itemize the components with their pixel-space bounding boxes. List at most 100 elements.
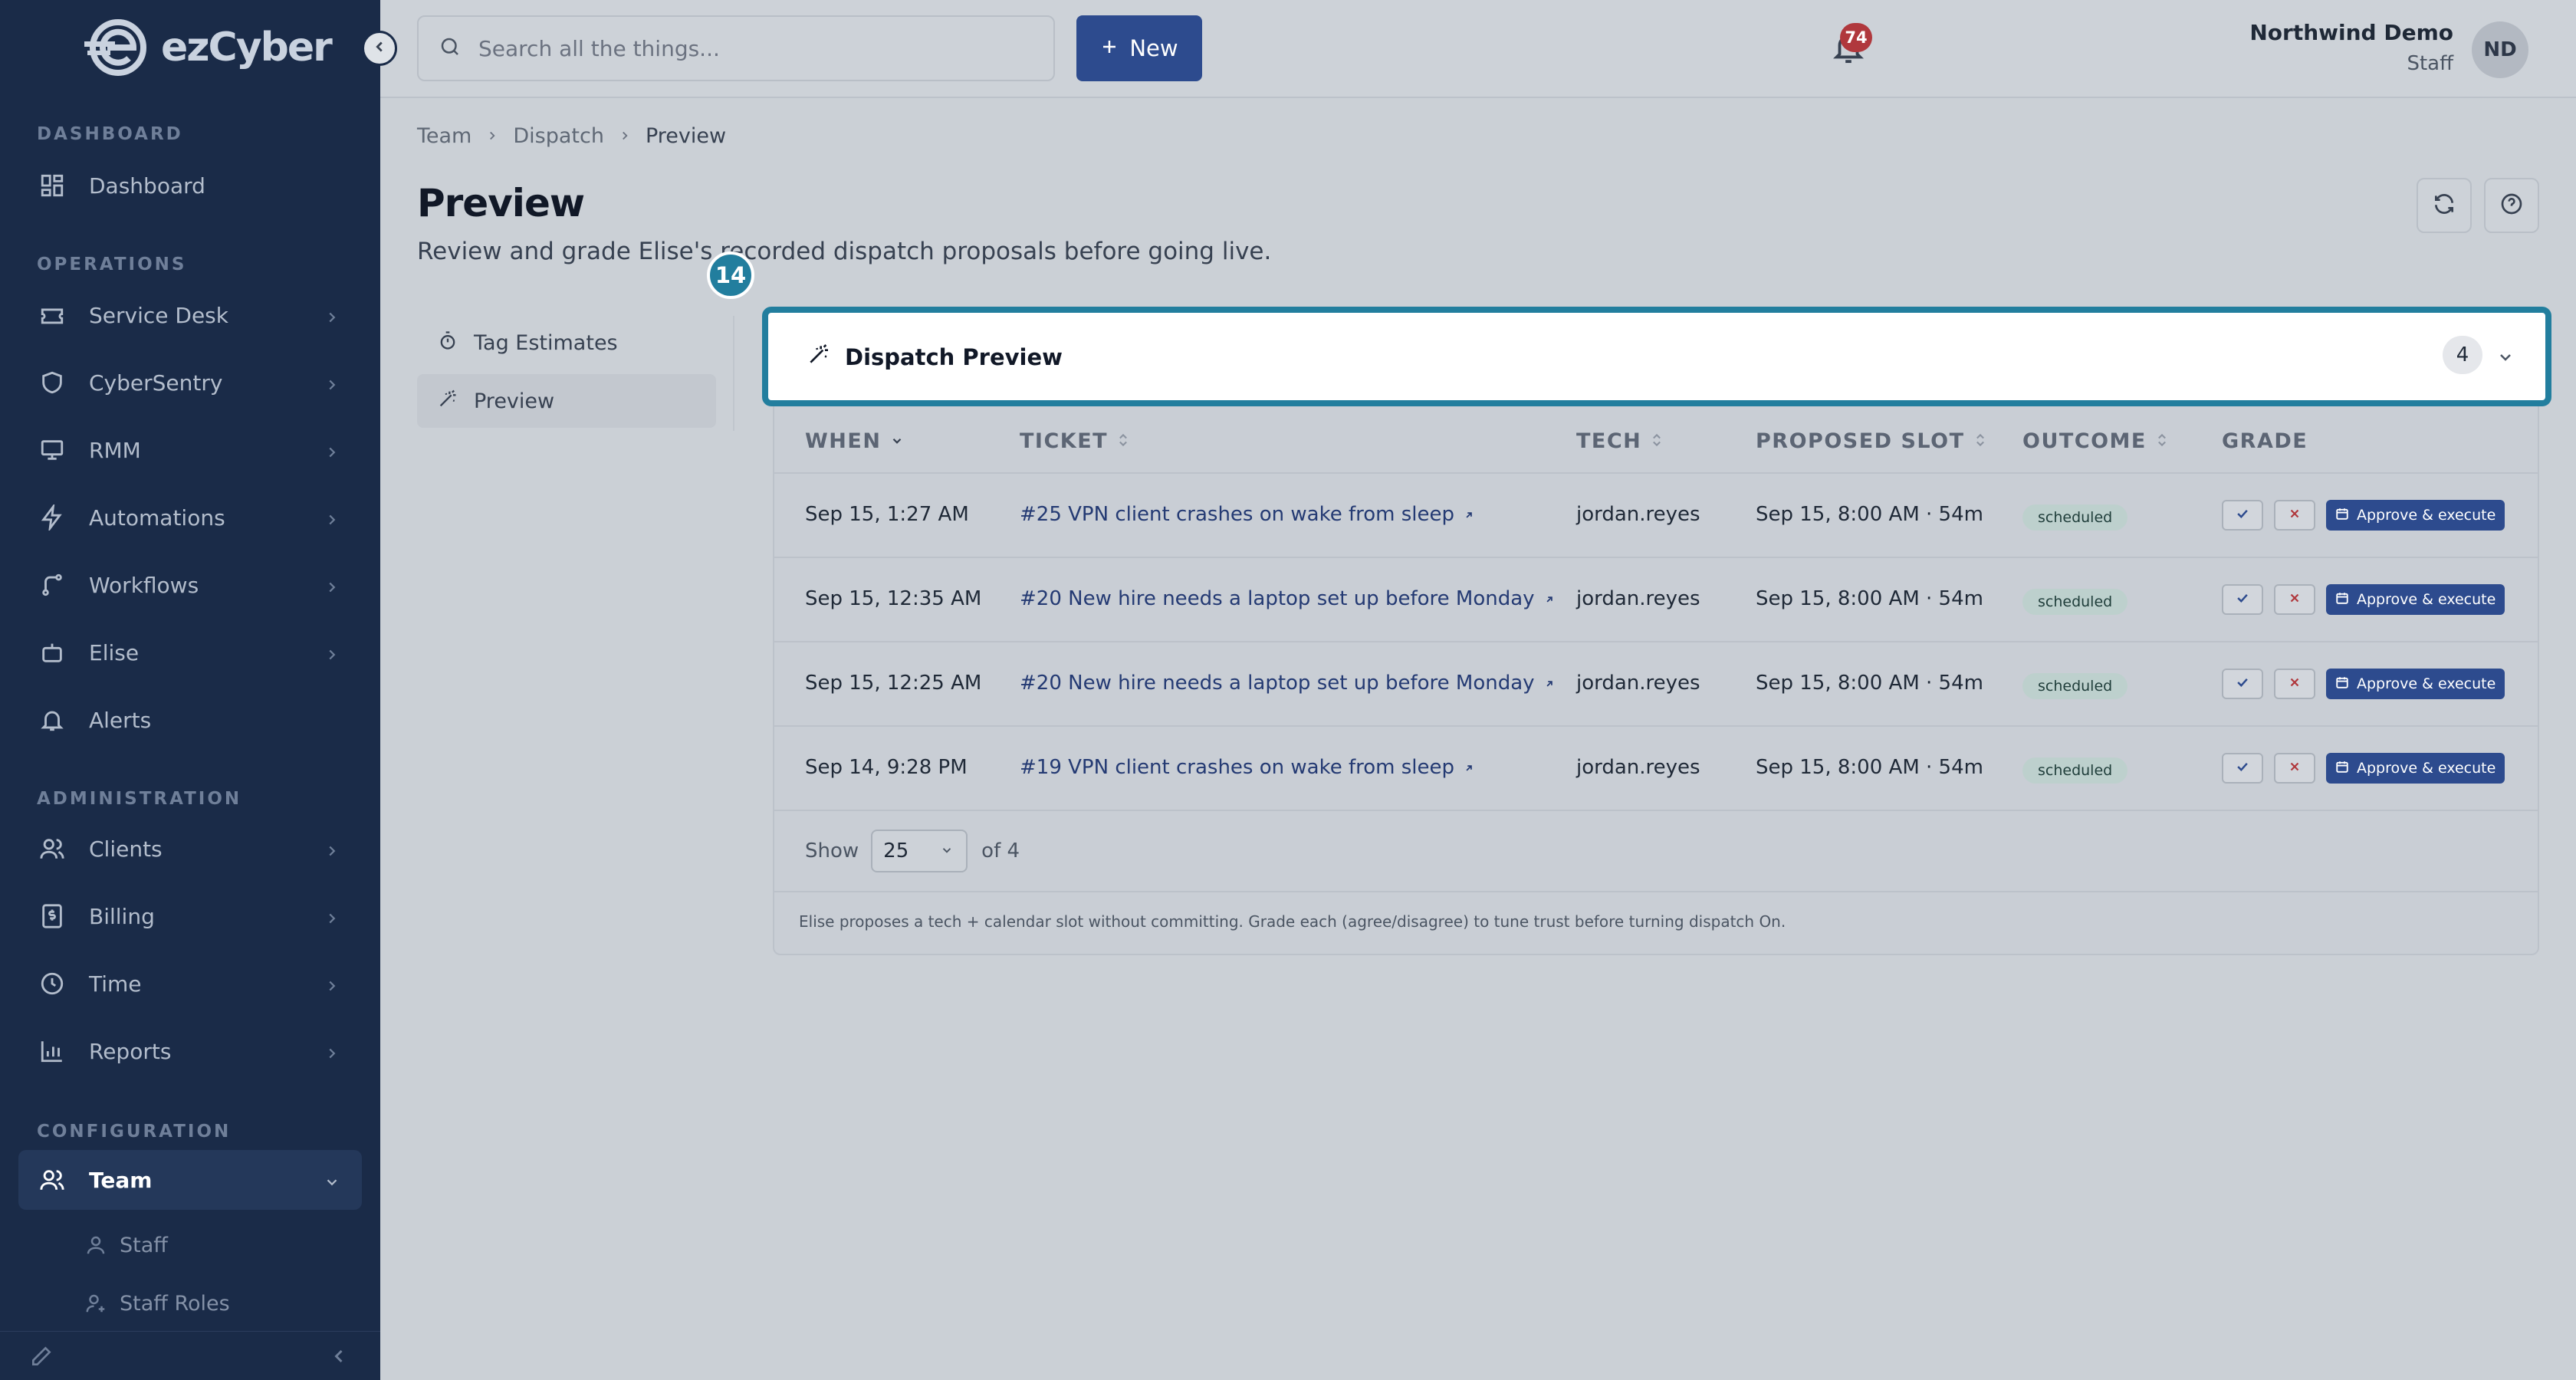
approve-label: Approve & execute <box>2357 507 2496 524</box>
sidebar-subitem-staff[interactable]: Staff <box>84 1222 168 1268</box>
sidebar-subitem-staff-roles[interactable]: Staff Roles <box>84 1280 230 1326</box>
sidebar-item-reports[interactable]: Reports <box>18 1021 362 1081</box>
sidebar-item-workflows[interactable]: Workflows <box>18 555 362 615</box>
chevron-right-icon <box>324 643 340 669</box>
edit-icon[interactable] <box>29 1344 54 1372</box>
cell-tech: jordan.reyes <box>1576 672 1700 695</box>
disagree-button[interactable] <box>2274 753 2315 784</box>
disagree-button[interactable] <box>2274 500 2315 531</box>
brand-logo[interactable]: ezCyber <box>84 18 333 77</box>
sidebar-item-rmm[interactable]: RMM <box>18 420 362 480</box>
close-icon <box>2288 760 2302 777</box>
disagree-button[interactable] <box>2274 669 2315 699</box>
notification-count-badge: 74 <box>1840 23 1872 52</box>
approve-execute-button[interactable]: Approve & execute <box>2326 669 2505 699</box>
agree-button[interactable] <box>2222 500 2263 531</box>
column-when[interactable]: WHEN <box>805 429 904 453</box>
chevron-left-icon <box>371 38 388 58</box>
table-footer: Show 25 of 4 <box>774 811 2538 892</box>
approve-execute-button[interactable]: Approve & execute <box>2326 753 2505 784</box>
breadcrumb-dispatch[interactable]: Dispatch <box>513 124 604 148</box>
ticket-link[interactable]: #20 New hire needs a laptop set up befor… <box>1020 672 1555 695</box>
column-label: TECH <box>1576 429 1642 453</box>
ticket-link[interactable]: #25 VPN client crashes on wake from slee… <box>1020 503 1474 526</box>
chevron-down-icon <box>324 1171 340 1196</box>
disagree-button[interactable] <box>2274 584 2315 615</box>
chevron-right-icon <box>324 974 340 1000</box>
agree-button[interactable] <box>2222 753 2263 784</box>
agree-button[interactable] <box>2222 669 2263 699</box>
column-label: TICKET <box>1020 429 1109 453</box>
calendar-icon <box>2335 760 2349 777</box>
cell-tech: jordan.reyes <box>1576 756 1700 779</box>
refresh-button[interactable] <box>2417 178 2472 233</box>
sidebar-item-service-desk[interactable]: Service Desk <box>18 285 362 345</box>
table-row: Sep 15, 12:25 AM #20 New hire needs a la… <box>774 642 2538 727</box>
search-box[interactable] <box>417 15 1055 81</box>
ticket-link[interactable]: #19 VPN client crashes on wake from slee… <box>1020 756 1474 779</box>
subnav-label: Tag Estimates <box>474 330 618 355</box>
calendar-icon <box>2335 591 2349 609</box>
shield-icon <box>37 367 67 398</box>
sidebar-item-alerts[interactable]: Alerts <box>18 690 362 750</box>
sidebar-item-team[interactable]: Team <box>18 1150 362 1210</box>
subnav-preview[interactable]: Preview <box>417 374 716 428</box>
sidebar-item-label: Reports <box>89 1038 172 1064</box>
chevron-down-icon[interactable] <box>2496 348 2515 370</box>
table-row: Sep 14, 9:28 PM #19 VPN client crashes o… <box>774 727 2538 811</box>
agree-button[interactable] <box>2222 584 2263 615</box>
team-icon <box>37 1165 67 1195</box>
column-outcome[interactable]: OUTCOME <box>2022 429 2168 453</box>
sidebar-item-dashboard[interactable]: Dashboard <box>18 156 362 215</box>
help-icon <box>2499 192 2524 219</box>
chevron-right-icon <box>324 306 340 331</box>
outcome-badge: scheduled <box>2022 504 2128 531</box>
chart-icon <box>37 1036 67 1066</box>
calendar-icon <box>2335 507 2349 524</box>
column-proposed-slot[interactable]: PROPOSED SLOT <box>1756 429 1986 453</box>
approve-execute-button[interactable]: Approve & execute <box>2326 584 2505 615</box>
ticket-link[interactable]: #20 New hire needs a laptop set up befor… <box>1020 587 1555 610</box>
column-tech[interactable]: TECH <box>1576 429 1663 453</box>
help-button[interactable] <box>2484 178 2539 233</box>
page-size-select[interactable]: 25 <box>871 830 968 872</box>
cell-when: Sep 15, 12:35 AM <box>805 587 982 610</box>
sidebar-item-cybersentry[interactable]: CyberSentry <box>18 353 362 412</box>
sidebar-collapse-button[interactable] <box>362 31 397 66</box>
sidebar-item-clients[interactable]: Clients <box>18 819 362 879</box>
check-icon <box>2235 590 2250 609</box>
topbar: New <box>380 0 2576 98</box>
sidebar-item-label: CyberSentry <box>89 370 223 396</box>
search-input[interactable] <box>478 35 1015 61</box>
column-label: PROPOSED SLOT <box>1756 429 1965 453</box>
cell-tech: jordan.reyes <box>1576 503 1700 526</box>
sort-icon <box>1117 429 1129 453</box>
breadcrumb-team[interactable]: Team <box>417 124 472 148</box>
new-button-label: New <box>1129 35 1178 61</box>
table-header: WHEN TICKET TECH PROPOSED SLOT OUTCOME G… <box>774 409 2538 474</box>
subnav-tag-estimates[interactable]: Tag Estimates <box>417 316 716 370</box>
approve-execute-button[interactable]: Approve & execute <box>2326 500 2505 531</box>
sidebar-item-time[interactable]: Time <box>18 954 362 1014</box>
sidebar-item-automations[interactable]: Automations <box>18 488 362 547</box>
sidebar-item-label: Automations <box>89 504 225 531</box>
sort-icon <box>1974 429 1986 453</box>
sidebar-item-elise[interactable]: Elise <box>18 623 362 682</box>
collapse-sidebar-icon[interactable] <box>328 1346 350 1370</box>
wand-icon <box>437 388 458 415</box>
bolt-icon <box>37 502 67 533</box>
dispatch-preview-header[interactable]: Dispatch Preview 4 <box>762 307 2551 406</box>
new-button[interactable]: New <box>1076 15 1202 81</box>
sidebar-item-billing[interactable]: Billing <box>18 886 362 946</box>
column-ticket[interactable]: TICKET <box>1020 429 1129 453</box>
user-name[interactable]: Northwind Demo <box>2249 20 2453 45</box>
logo-mark-icon <box>84 18 155 77</box>
external-link-icon <box>1464 503 1474 526</box>
cell-when: Sep 15, 12:25 AM <box>805 672 982 695</box>
sort-icon <box>1651 429 1663 453</box>
section-configuration: CONFIGURATION <box>37 1122 232 1142</box>
page-title: Preview <box>417 181 585 225</box>
clock-icon <box>37 968 67 999</box>
avatar[interactable]: ND <box>2472 21 2528 78</box>
plus-icon <box>1100 35 1119 61</box>
